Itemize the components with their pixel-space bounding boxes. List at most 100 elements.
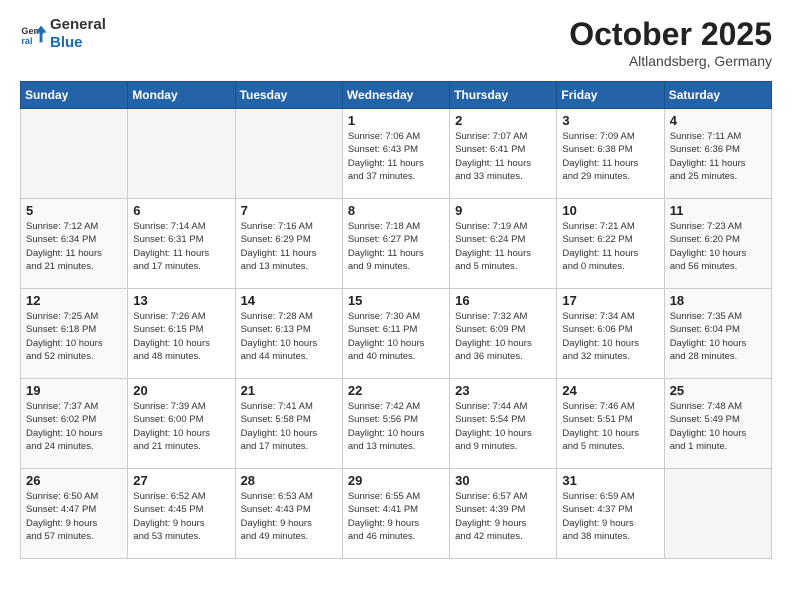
logo: Gene ral General Blue [20, 16, 106, 52]
day-info: Sunrise: 6:52 AMSunset: 4:45 PMDaylight:… [133, 490, 229, 543]
calendar-cell: 15 Sunrise: 7:30 AMSunset: 6:11 PMDayligh… [342, 289, 449, 379]
day-info: Sunrise: 7:25 AMSunset: 6:18 PMDaylight:… [26, 310, 122, 363]
location: Altlandsberg, Germany [569, 53, 772, 69]
day-info: Sunrise: 7:16 AMSunset: 6:29 PMDaylight:… [241, 220, 337, 273]
col-monday: Monday [128, 82, 235, 109]
calendar-cell [664, 469, 771, 559]
day-number: 26 [26, 473, 122, 488]
calendar-week-2: 5 Sunrise: 7:12 AMSunset: 6:34 PMDaylight… [21, 199, 772, 289]
day-info: Sunrise: 7:39 AMSunset: 6:00 PMDaylight:… [133, 400, 229, 453]
day-number: 27 [133, 473, 229, 488]
calendar-cell [235, 109, 342, 199]
day-info: Sunrise: 7:11 AMSunset: 6:36 PMDaylight:… [670, 130, 766, 183]
calendar-cell: 14Sunrise: 7:28 AMSunset: 6:13 PMDayligh… [235, 289, 342, 379]
day-number: 2 [455, 113, 551, 128]
title-section: October 2025 Altlandsberg, Germany [569, 16, 772, 69]
calendar-week-5: 26 Sunrise: 6:50 AMSunset: 4:47 PMDayligh… [21, 469, 772, 559]
day-info: Sunrise: 7:46 AMSunset: 5:51 PMDaylight:… [562, 400, 658, 453]
col-saturday: Saturday [664, 82, 771, 109]
calendar-cell: 18 Sunrise: 7:35 AMSunset: 6:04 PMDayligh… [664, 289, 771, 379]
calendar-cell: 22Sunrise: 7:42 AMSunset: 5:56 PMDayligh… [342, 379, 449, 469]
calendar-cell: 17 Sunrise: 7:34 AMSunset: 6:06 PMDayligh… [557, 289, 664, 379]
day-number: 5 [26, 203, 122, 218]
calendar-cell: 7 Sunrise: 7:16 AMSunset: 6:29 PMDaylight… [235, 199, 342, 289]
day-info: Sunrise: 7:42 AMSunset: 5:56 PMDaylight:… [348, 400, 444, 453]
calendar-cell [21, 109, 128, 199]
header: Gene ral General Blue October 2025 Altla… [20, 16, 772, 69]
day-info: Sunrise: 7:07 AMSunset: 6:41 PMDaylight:… [455, 130, 551, 183]
day-number: 31 [562, 473, 658, 488]
calendar-cell: 21 Sunrise: 7:41 AMSunset: 5:58 PMDayligh… [235, 379, 342, 469]
day-number: 15 [348, 293, 444, 308]
day-info: Sunrise: 7:18 AMSunset: 6:27 PMDaylight:… [348, 220, 444, 273]
col-wednesday: Wednesday [342, 82, 449, 109]
day-number: 3 [562, 113, 658, 128]
day-number: 23 [455, 383, 551, 398]
day-info: Sunrise: 6:50 AMSunset: 4:47 PMDaylight:… [26, 490, 122, 543]
calendar-cell: 6Sunrise: 7:14 AMSunset: 6:31 PMDaylight… [128, 199, 235, 289]
logo-icon: Gene ral [20, 20, 48, 48]
day-info: Sunrise: 7:30 AMSunset: 6:11 PMDaylight:… [348, 310, 444, 363]
logo-text-general: General [50, 16, 106, 33]
day-info: Sunrise: 7:32 AMSunset: 6:09 PMDaylight:… [455, 310, 551, 363]
day-number: 4 [670, 113, 766, 128]
day-number: 28 [241, 473, 337, 488]
day-number: 29 [348, 473, 444, 488]
month-title: October 2025 [569, 16, 772, 53]
day-number: 8 [348, 203, 444, 218]
calendar-cell: 24 Sunrise: 7:46 AMSunset: 5:51 PMDayligh… [557, 379, 664, 469]
day-number: 16 [455, 293, 551, 308]
header-row: Sunday Monday Tuesday Wednesday Thursday… [21, 82, 772, 109]
calendar-week-4: 19 Sunrise: 7:37 AMSunset: 6:02 PMDayligh… [21, 379, 772, 469]
day-number: 19 [26, 383, 122, 398]
day-info: Sunrise: 7:12 AMSunset: 6:34 PMDaylight:… [26, 220, 122, 273]
calendar-cell: 25 Sunrise: 7:48 AMSunset: 5:49 PMDayligh… [664, 379, 771, 469]
day-info: Sunrise: 7:23 AMSunset: 6:20 PMDaylight:… [670, 220, 766, 273]
day-number: 6 [133, 203, 229, 218]
day-number: 9 [455, 203, 551, 218]
svg-text:ral: ral [21, 36, 32, 46]
day-info: Sunrise: 7:37 AMSunset: 6:02 PMDaylight:… [26, 400, 122, 453]
calendar-cell: 4 Sunrise: 7:11 AMSunset: 6:36 PMDaylight… [664, 109, 771, 199]
day-number: 24 [562, 383, 658, 398]
day-number: 11 [670, 203, 766, 218]
calendar-cell: 5 Sunrise: 7:12 AMSunset: 6:34 PMDaylight… [21, 199, 128, 289]
day-number: 17 [562, 293, 658, 308]
col-thursday: Thursday [450, 82, 557, 109]
day-info: Sunrise: 7:44 AMSunset: 5:54 PMDaylight:… [455, 400, 551, 453]
day-number: 7 [241, 203, 337, 218]
day-number: 21 [241, 383, 337, 398]
day-info: Sunrise: 7:09 AMSunset: 6:38 PMDaylight:… [562, 130, 658, 183]
day-info: Sunrise: 7:35 AMSunset: 6:04 PMDaylight:… [670, 310, 766, 363]
day-number: 12 [26, 293, 122, 308]
calendar-cell: 11 Sunrise: 7:23 AMSunset: 6:20 PMDayligh… [664, 199, 771, 289]
col-tuesday: Tuesday [235, 82, 342, 109]
day-info: Sunrise: 6:59 AMSunset: 4:37 PMDaylight:… [562, 490, 658, 543]
day-info: Sunrise: 6:55 AMSunset: 4:41 PMDaylight:… [348, 490, 444, 543]
logo-text-blue: Blue [50, 34, 106, 52]
day-info: Sunrise: 6:53 AMSunset: 4:43 PMDaylight:… [241, 490, 337, 543]
col-sunday: Sunday [21, 82, 128, 109]
day-info: Sunrise: 7:21 AMSunset: 6:22 PMDaylight:… [562, 220, 658, 273]
day-info: Sunrise: 6:57 AMSunset: 4:39 PMDaylight:… [455, 490, 551, 543]
day-number: 14 [241, 293, 337, 308]
calendar-cell: 28 Sunrise: 6:53 AMSunset: 4:43 PMDayligh… [235, 469, 342, 559]
calendar-cell: 23 Sunrise: 7:44 AMSunset: 5:54 PMDayligh… [450, 379, 557, 469]
day-info: Sunrise: 7:48 AMSunset: 5:49 PMDaylight:… [670, 400, 766, 453]
calendar-table: Sunday Monday Tuesday Wednesday Thursday… [20, 81, 772, 559]
day-info: Sunrise: 7:26 AMSunset: 6:15 PMDaylight:… [133, 310, 229, 363]
calendar-cell: 20 Sunrise: 7:39 AMSunset: 6:00 PMDayligh… [128, 379, 235, 469]
page: Gene ral General Blue October 2025 Altla… [0, 0, 792, 575]
day-info: Sunrise: 7:19 AMSunset: 6:24 PMDaylight:… [455, 220, 551, 273]
day-info: Sunrise: 7:41 AMSunset: 5:58 PMDaylight:… [241, 400, 337, 453]
col-friday: Friday [557, 82, 664, 109]
day-number: 25 [670, 383, 766, 398]
day-number: 1 [348, 113, 444, 128]
day-number: 13 [133, 293, 229, 308]
calendar-cell: 8 Sunrise: 7:18 AMSunset: 6:27 PMDaylight… [342, 199, 449, 289]
calendar-cell: 29 Sunrise: 6:55 AMSunset: 4:41 PMDayligh… [342, 469, 449, 559]
day-info: Sunrise: 7:34 AMSunset: 6:06 PMDaylight:… [562, 310, 658, 363]
day-number: 20 [133, 383, 229, 398]
day-number: 18 [670, 293, 766, 308]
calendar-cell: 30Sunrise: 6:57 AMSunset: 4:39 PMDayligh… [450, 469, 557, 559]
